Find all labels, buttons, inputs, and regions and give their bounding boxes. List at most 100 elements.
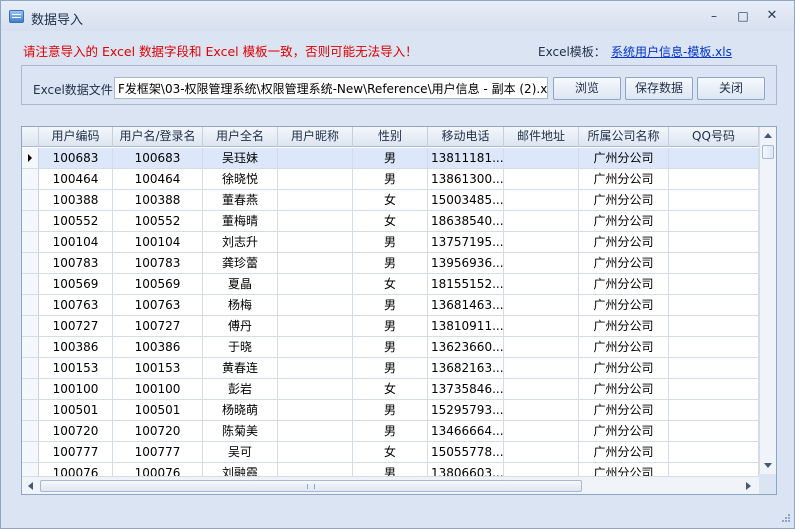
cell-code[interactable]: 100720	[39, 421, 113, 441]
cell-login[interactable]: 100720	[113, 421, 203, 441]
column-header[interactable]: QQ号码	[669, 127, 759, 147]
table-row[interactable]: 100777 100777 吴可女 15055778... 广州分公司	[22, 442, 759, 463]
cell-gender[interactable]: 男	[353, 337, 428, 357]
cell-gender[interactable]: 男	[353, 169, 428, 189]
scroll-right-icon[interactable]	[746, 482, 751, 490]
cell-name[interactable]: 董春燕	[203, 190, 278, 210]
cell-gender[interactable]: 男	[353, 295, 428, 315]
column-header[interactable]: 用户全名	[203, 127, 278, 147]
cell-code[interactable]: 100100	[39, 379, 113, 399]
cell-phone[interactable]: 13681463...	[428, 295, 504, 315]
table-row[interactable]: 100727 100727 傅丹男 13810911... 广州分公司	[22, 316, 759, 337]
table-row[interactable]: 100763 100763 杨梅男 13681463... 广州分公司	[22, 295, 759, 316]
cell-qq[interactable]	[669, 211, 759, 231]
scroll-left-icon[interactable]	[28, 482, 33, 490]
cell-nick[interactable]	[278, 169, 353, 189]
row-indicator[interactable]	[22, 316, 39, 336]
column-header[interactable]: 移动电话	[428, 127, 504, 147]
resize-grip-icon[interactable]	[779, 513, 791, 525]
row-indicator[interactable]	[22, 337, 39, 357]
cell-email[interactable]	[504, 400, 579, 420]
cell-qq[interactable]	[669, 274, 759, 294]
table-row[interactable]: 100783 100783 龚珍蕾男 13956936... 广州分公司	[22, 253, 759, 274]
cell-gender[interactable]: 女	[353, 190, 428, 210]
cell-code[interactable]: 100464	[39, 169, 113, 189]
cell-company[interactable]: 广州分公司	[579, 337, 669, 357]
cell-phone[interactable]: 13861300...	[428, 169, 504, 189]
cell-nick[interactable]	[278, 148, 353, 168]
table-row[interactable]: 100100 100100 彭岩女 13735846... 广州分公司	[22, 379, 759, 400]
cell-login[interactable]: 100153	[113, 358, 203, 378]
cell-name[interactable]: 陈菊美	[203, 421, 278, 441]
cell-login[interactable]: 100104	[113, 232, 203, 252]
cell-nick[interactable]	[278, 253, 353, 273]
table-row[interactable]: 100464 100464 徐晓悦男 13861300... 广州分公司	[22, 169, 759, 190]
cell-qq[interactable]	[669, 442, 759, 462]
cell-email[interactable]	[504, 232, 579, 252]
cell-login[interactable]: 100552	[113, 211, 203, 231]
cell-name[interactable]: 黄春连	[203, 358, 278, 378]
cell-email[interactable]	[504, 442, 579, 462]
cell-gender[interactable]: 男	[353, 316, 428, 336]
cell-code[interactable]: 100783	[39, 253, 113, 273]
cell-company[interactable]: 广州分公司	[579, 316, 669, 336]
table-row[interactable]: 100683 100683 吴珏妹男 13811181... 广州分公司	[22, 148, 759, 169]
cell-company[interactable]: 广州分公司	[579, 379, 669, 399]
save-data-button[interactable]: 保存数据	[625, 77, 693, 100]
vertical-scroll-thumb[interactable]	[762, 145, 774, 159]
horizontal-scroll-thumb[interactable]	[40, 480, 582, 492]
cell-phone[interactable]: 13735846...	[428, 379, 504, 399]
cell-nick[interactable]	[278, 442, 353, 462]
cell-name[interactable]: 杨梅	[203, 295, 278, 315]
cell-nick[interactable]	[278, 337, 353, 357]
table-row[interactable]: 100153 100153 黄春连男 13682163... 广州分公司	[22, 358, 759, 379]
cell-name[interactable]: 吴珏妹	[203, 148, 278, 168]
template-download-link[interactable]: 系统用户信息-模板.xls	[611, 43, 732, 60]
cell-gender[interactable]: 男	[353, 232, 428, 252]
cell-company[interactable]: 广州分公司	[579, 442, 669, 462]
cell-name[interactable]: 彭岩	[203, 379, 278, 399]
cell-email[interactable]	[504, 421, 579, 441]
row-indicator[interactable]	[22, 358, 39, 378]
cell-qq[interactable]	[669, 337, 759, 357]
cell-code[interactable]: 100388	[39, 190, 113, 210]
cell-email[interactable]	[504, 274, 579, 294]
cell-name[interactable]: 徐晓悦	[203, 169, 278, 189]
cell-login[interactable]: 100727	[113, 316, 203, 336]
column-header[interactable]: 所属公司名称	[579, 127, 669, 147]
cell-gender[interactable]: 女	[353, 211, 428, 231]
cell-gender[interactable]: 女	[353, 442, 428, 462]
cell-qq[interactable]	[669, 232, 759, 252]
cell-company[interactable]: 广州分公司	[579, 190, 669, 210]
cell-company[interactable]: 广州分公司	[579, 274, 669, 294]
cell-phone[interactable]: 13757195...	[428, 232, 504, 252]
cell-name[interactable]: 刘志升	[203, 232, 278, 252]
row-indicator[interactable]	[22, 232, 39, 252]
column-header[interactable]: 用户名/登录名	[113, 127, 203, 147]
cell-code[interactable]: 100763	[39, 295, 113, 315]
cell-nick[interactable]	[278, 295, 353, 315]
cell-email[interactable]	[504, 211, 579, 231]
cell-phone[interactable]: 18155152...	[428, 274, 504, 294]
cell-gender[interactable]: 男	[353, 421, 428, 441]
cell-login[interactable]: 100683	[113, 148, 203, 168]
cell-login[interactable]: 100569	[113, 274, 203, 294]
column-header[interactable]: 用户昵称	[278, 127, 353, 147]
cell-nick[interactable]	[278, 211, 353, 231]
cell-login[interactable]: 100100	[113, 379, 203, 399]
cell-email[interactable]	[504, 253, 579, 273]
cell-email[interactable]	[504, 316, 579, 336]
cell-company[interactable]: 广州分公司	[579, 295, 669, 315]
maximize-button[interactable]: □	[734, 9, 752, 23]
cell-phone[interactable]: 13466664...	[428, 421, 504, 441]
cell-qq[interactable]	[669, 316, 759, 336]
row-indicator[interactable]	[22, 211, 39, 231]
cell-nick[interactable]	[278, 400, 353, 420]
cell-phone[interactable]: 13623660...	[428, 337, 504, 357]
cell-code[interactable]: 100552	[39, 211, 113, 231]
column-header[interactable]: 邮件地址	[504, 127, 579, 147]
table-row[interactable]: 100104 100104 刘志升男 13757195... 广州分公司	[22, 232, 759, 253]
cell-nick[interactable]	[278, 379, 353, 399]
cell-qq[interactable]	[669, 253, 759, 273]
cell-phone[interactable]: 13810911...	[428, 316, 504, 336]
